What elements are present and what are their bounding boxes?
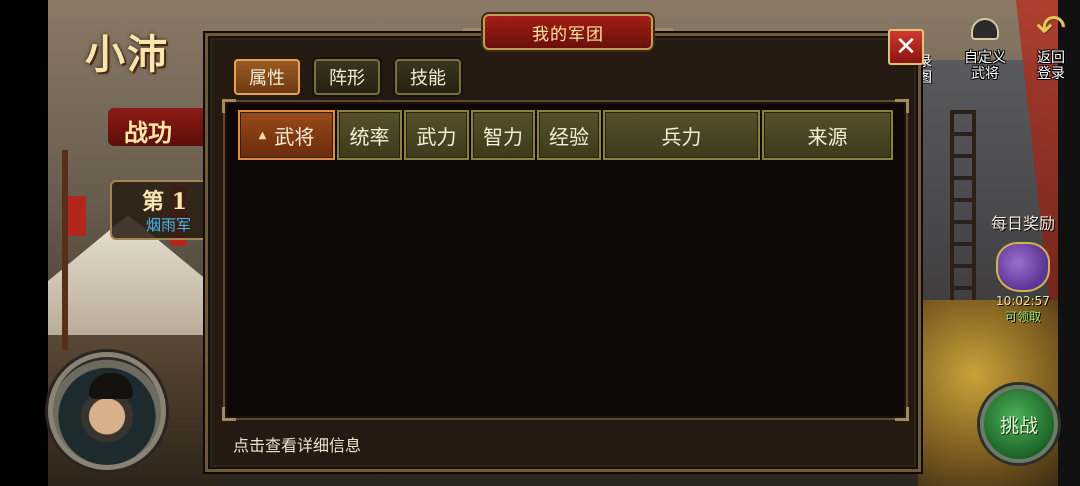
frame-corner bbox=[222, 99, 236, 113]
generals-table: ▲ 武将 统率 武力 智力 经验 兵力 来源 bbox=[222, 99, 909, 421]
daily-reward[interactable]: 每日奖励 10:02:57 可领取 bbox=[978, 210, 1068, 325]
red-flag bbox=[68, 196, 86, 236]
column-header-troops[interactable]: 兵力 bbox=[603, 110, 760, 160]
return-login-button[interactable]: ↶ 返回 登录 bbox=[1026, 8, 1076, 83]
frame-corner bbox=[895, 99, 909, 113]
custom-general-button[interactable]: 自定义 武将 bbox=[955, 10, 1015, 82]
flag-pole bbox=[62, 150, 68, 350]
left-edge bbox=[0, 0, 48, 486]
column-header-label: 武将 bbox=[274, 124, 315, 149]
column-header-intellect[interactable]: 智力 bbox=[471, 110, 535, 160]
dialog-title: 我的军团 bbox=[483, 14, 653, 50]
close-icon: ✕ bbox=[895, 32, 917, 62]
daily-reward-status: 可领取 bbox=[1004, 310, 1041, 324]
legion-dialog: 我的军团 ✕ 属性 阵形 技能 ▲ 武将 统率 武力 智力 经验 兵力 来源 点… bbox=[205, 14, 924, 472]
dialog-title-text: 我的军团 bbox=[532, 24, 604, 45]
achievement-banner-label: 战功 bbox=[124, 118, 172, 147]
return-login-label: 登录 bbox=[1037, 66, 1065, 82]
daily-reward-label: 每日奖励 bbox=[990, 214, 1055, 233]
close-button[interactable]: ✕ bbox=[888, 29, 924, 65]
custom-general-label: 武将 bbox=[971, 66, 999, 82]
achievement-banner[interactable]: 战功 bbox=[108, 108, 218, 147]
challenge-label: 挑战 bbox=[999, 414, 1038, 437]
return-login-label: 返回 bbox=[1037, 50, 1065, 66]
reward-bag-icon bbox=[996, 242, 1050, 292]
challenge-button[interactable]: 挑战 bbox=[980, 385, 1058, 463]
column-header-source[interactable]: 来源 bbox=[762, 110, 893, 160]
column-header-force[interactable]: 武力 bbox=[404, 110, 469, 160]
back-arrow-icon: ↶ bbox=[1035, 8, 1067, 49]
guild-name: 烟雨军 bbox=[146, 216, 192, 234]
frame-corner bbox=[895, 407, 909, 421]
helmet-icon bbox=[966, 10, 1004, 48]
tab-formation[interactable]: 阵形 bbox=[314, 59, 380, 95]
avatar-hair bbox=[89, 373, 133, 399]
frame-corner bbox=[222, 407, 236, 421]
rank-text: 第 1 bbox=[142, 189, 187, 215]
column-header-experience[interactable]: 经验 bbox=[537, 110, 601, 160]
tab-attributes[interactable]: 属性 bbox=[234, 59, 300, 95]
rank-box[interactable]: 第 1 烟雨军 bbox=[110, 180, 220, 240]
detail-hint: 点击查看详细信息 bbox=[233, 436, 362, 455]
tab-skills[interactable]: 技能 bbox=[395, 59, 461, 95]
daily-reward-timer: 10:02:57 bbox=[996, 294, 1050, 308]
column-header-command[interactable]: 统率 bbox=[337, 110, 402, 160]
sort-up-icon: ▲ bbox=[258, 129, 267, 141]
custom-general-label: 自定义 bbox=[964, 50, 1006, 66]
avatar[interactable] bbox=[48, 352, 166, 470]
column-header-general[interactable]: ▲ 武将 bbox=[238, 110, 335, 160]
game-title: 小沛 bbox=[85, 31, 169, 78]
